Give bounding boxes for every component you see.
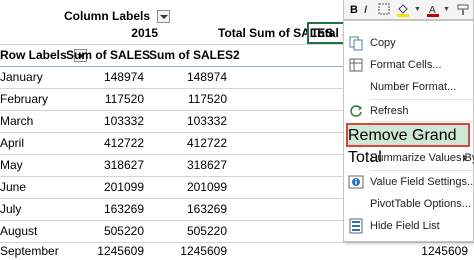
menu-item-refresh[interactable]: Refresh (344, 100, 473, 122)
month-cell[interactable]: September (0, 242, 59, 260)
sum-sales-header[interactable]: Sum of SALES (66, 44, 150, 66)
sales-cell[interactable]: 505220 (66, 220, 144, 242)
sales2-cell[interactable]: 117520 (149, 88, 227, 110)
menu-item-label: Value Field Settings... (370, 176, 474, 188)
column-labels-text: Column Labels (64, 9, 151, 23)
year-label[interactable]: 2015 (94, 22, 158, 44)
fill-color-icon[interactable] (396, 3, 410, 17)
sales-cell[interactable]: 103332 (66, 110, 144, 132)
menu-item-value-field-settings[interactable]: Value Field Settings... (344, 171, 474, 193)
sales-cell[interactable]: 163269 (66, 198, 144, 220)
menu-item-label: Copy (370, 37, 396, 49)
menu-item-label: Summarize Values By (370, 152, 474, 164)
sales-cell[interactable]: 201099 (66, 176, 144, 198)
month-cell[interactable]: August (0, 220, 37, 242)
chevron-down-icon[interactable]: ▼ (414, 3, 421, 17)
menu-item-remove-grand-total[interactable]: Remove Grand Total (346, 123, 470, 166)
sales-cell[interactable]: 148974 (66, 66, 144, 88)
month-cell[interactable]: March (0, 110, 33, 132)
sales-cell[interactable]: 318627 (66, 154, 144, 176)
menu-item-label: Number Format... (370, 81, 457, 93)
border-icon[interactable] (378, 3, 392, 17)
menu-item-summarize-values-by[interactable]: Summarize Values By (344, 147, 474, 169)
context-menu: Copy Format Cells... Number Format... Re… (343, 20, 474, 242)
sales2-cell[interactable]: 148974 (149, 66, 227, 88)
copy-icon (348, 35, 364, 51)
font-color-icon[interactable]: A (426, 3, 440, 17)
sales-cell[interactable]: 1245609 (66, 242, 144, 260)
sum-sales2-header[interactable]: Sum of SALES2 (149, 44, 240, 66)
bold-icon[interactable]: B (350, 3, 358, 17)
table-row: September 1245609 1245609 1245609 (0, 242, 474, 260)
refresh-icon (348, 103, 364, 119)
sales-cell[interactable]: 412722 (66, 132, 144, 154)
sales2-cell[interactable]: 1245609 (149, 242, 227, 260)
field-list-icon (348, 218, 364, 234)
chevron-right-icon (463, 154, 467, 162)
month-cell[interactable]: July (0, 198, 21, 220)
chevron-down-icon[interactable]: ▼ (443, 3, 450, 17)
chevron-down-icon (160, 15, 169, 20)
sales2-cell[interactable]: 505220 (149, 220, 227, 242)
italic-icon[interactable]: I (364, 3, 367, 17)
sales-cell[interactable]: 117520 (66, 88, 144, 110)
month-cell[interactable]: May (0, 154, 23, 176)
menu-item-label: Format Cells... (370, 59, 442, 71)
menu-item-label: Refresh (370, 105, 409, 117)
month-cell[interactable]: February (0, 88, 48, 110)
info-icon (348, 174, 364, 190)
sales2-cell[interactable]: 318627 (149, 154, 227, 176)
menu-item-number-format[interactable]: Number Format... (344, 76, 473, 98)
sales2-cell[interactable]: 103332 (149, 110, 227, 132)
format-cells-icon (348, 57, 364, 73)
sales2-cell[interactable]: 201099 (149, 176, 227, 198)
sales2-cell[interactable]: 163269 (149, 198, 227, 220)
month-cell[interactable]: April (0, 132, 24, 154)
sales2-cell[interactable]: 412722 (149, 132, 227, 154)
month-cell[interactable]: June (0, 176, 26, 198)
mini-toolbar: B I ▼ A ▼ (343, 0, 474, 20)
menu-item-pivottable-options[interactable]: PivotTable Options... (344, 193, 473, 215)
format-painter-icon[interactable] (456, 3, 470, 17)
total-cell[interactable]: 1245609 (400, 242, 468, 260)
row-labels-text: Row Labels (0, 48, 67, 62)
menu-item-hide-field-list[interactable]: Hide Field List (344, 215, 473, 237)
menu-item-format-cells[interactable]: Format Cells... (344, 54, 473, 76)
month-cell[interactable]: January (0, 66, 43, 88)
menu-item-copy[interactable]: Copy (344, 32, 473, 54)
menu-item-label: PivotTable Options... (370, 198, 471, 210)
menu-separator (370, 121, 473, 122)
menu-item-label: Hide Field List (370, 220, 440, 232)
